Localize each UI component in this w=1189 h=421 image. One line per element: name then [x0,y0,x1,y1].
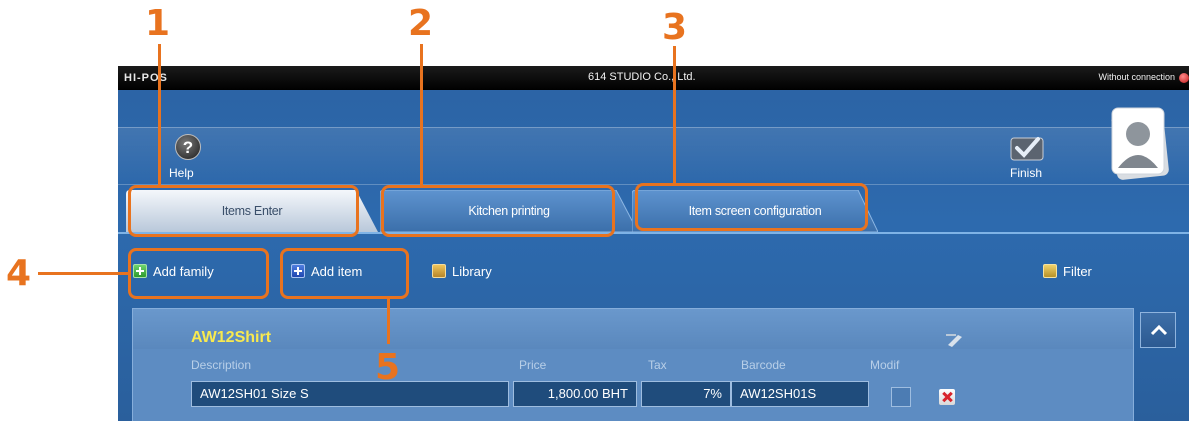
column-header-description: Description [191,358,252,372]
annotation-box-3 [635,183,868,231]
item-tax-field[interactable]: 7% [641,381,731,407]
family-name: AW12Shirt [191,329,272,346]
user-avatar[interactable] [1108,106,1170,182]
finish-button[interactable]: Finish [1000,134,1056,186]
annotation-line-2 [420,44,423,185]
connection-status: Without connection [1098,72,1175,82]
annotation-line-5 [387,299,390,344]
app-window: HI-POS 614 STUDIO Co., Ltd. Without conn… [118,66,1189,421]
finish-label: Finish [1010,166,1043,180]
app-logo: HI-POS [124,72,168,84]
filter-button[interactable]: Filter [1043,262,1113,284]
chevron-up-icon [1150,324,1168,336]
column-header-price: Price [519,358,547,372]
company-name: 614 STUDIO Co., Ltd. [588,71,696,83]
annotation-number-5: 5 [375,347,401,388]
annotation-number-1: 1 [145,3,171,44]
scroll-up-button[interactable] [1140,312,1176,348]
column-header-modif: Modif [870,358,900,372]
annotation-line-3 [673,46,676,183]
annotation-box-5 [280,248,409,299]
item-modif-checkbox[interactable] [891,387,911,407]
help-label: Help [169,166,194,180]
item-description-field[interactable]: AW12SH01 Size S [191,381,509,407]
annotation-box-2 [381,185,615,237]
column-header-barcode: Barcode [741,358,786,372]
title-bar: HI-POS 614 STUDIO Co., Ltd. Without conn… [118,66,1189,90]
filter-icon [1043,264,1057,278]
column-header-tax: Tax [648,358,667,372]
annotation-box-1 [128,185,359,237]
help-icon: ? [175,134,201,160]
delete-item-icon[interactable] [939,389,955,405]
item-barcode-field[interactable]: AW12SH01S [731,381,869,407]
help-button[interactable]: ? Help [164,134,208,184]
annotation-number-4: 4 [6,253,32,294]
connection-status-icon [1179,73,1189,83]
family-panel-header [133,309,1133,349]
checkmark-icon [1010,137,1044,161]
annotation-line-1 [158,44,161,185]
edit-icon[interactable] [946,333,964,347]
annotation-number-2: 2 [408,3,434,44]
annotation-number-3: 3 [662,7,688,48]
filter-label: Filter [1063,264,1092,279]
library-label: Library [452,264,492,279]
toolbar-divider-top [118,127,1189,128]
library-icon [432,264,446,278]
library-button[interactable]: Library [432,262,522,284]
item-price-field[interactable]: 1,800.00 BHT [513,381,637,407]
annotation-box-4 [128,248,269,299]
family-panel: AW12Shirt Description Price Tax Barcode … [132,308,1134,421]
annotation-line-4 [38,272,128,275]
